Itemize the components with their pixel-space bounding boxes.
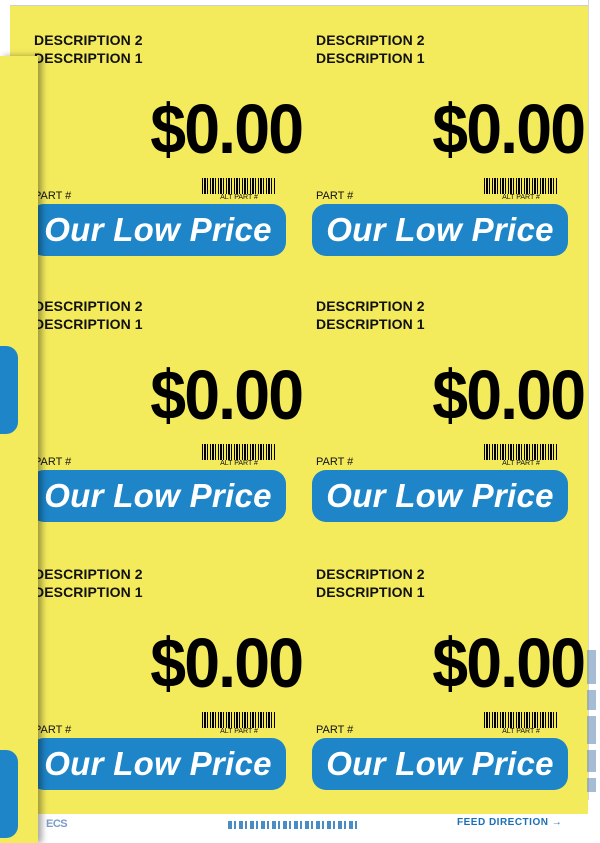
part-number: PART #	[34, 724, 72, 736]
tagline-banner: Our Low Price	[312, 204, 568, 256]
description-2: DESCRIPTION 2	[316, 32, 425, 48]
footer-fine-print	[228, 821, 360, 829]
price: $0.00	[432, 356, 586, 434]
tagline: Our Low Price	[44, 477, 272, 514]
description-2: DESCRIPTION 2	[316, 566, 425, 582]
part-number: PART #	[34, 456, 72, 468]
part-number: PART #	[34, 190, 72, 202]
price: $0.00	[150, 90, 304, 168]
description-2: DESCRIPTION 2	[34, 298, 143, 314]
description-1: DESCRIPTION 1	[316, 316, 425, 332]
barcode-icon	[202, 712, 276, 728]
barcode-icon	[202, 444, 276, 460]
price-label: DESCRIPTION 2 DESCRIPTION 1 $0.00 PART #…	[312, 298, 586, 560]
alt-part-number: ALT PART #	[220, 728, 258, 735]
description-2: DESCRIPTION 2	[34, 566, 143, 582]
barcode-icon	[484, 444, 558, 460]
price-label: DESCRIPTION 2 DESCRIPTION 1 $0.00 PART #…	[30, 32, 304, 294]
tagline-banner-partial	[0, 346, 18, 434]
description-1: DESCRIPTION 1	[34, 50, 143, 66]
part-number: PART #	[316, 724, 354, 736]
part-number: PART #	[316, 456, 354, 468]
description-1: DESCRIPTION 1	[34, 584, 143, 600]
alt-part-number: ALT PART #	[220, 460, 258, 467]
tagline-banner-partial	[0, 750, 18, 838]
side-edge-print	[584, 640, 598, 800]
tagline-banner: Our Low Price	[30, 738, 286, 790]
description-2: DESCRIPTION 2	[34, 32, 143, 48]
price: $0.00	[150, 624, 304, 702]
alt-part-number: ALT PART #	[502, 194, 540, 201]
tagline: Our Low Price	[326, 745, 554, 782]
alt-part-number: ALT PART #	[502, 728, 540, 735]
barcode-icon	[484, 712, 558, 728]
tagline: Our Low Price	[326, 211, 554, 248]
tagline-banner: Our Low Price	[312, 738, 568, 790]
overlapping-sheet	[0, 56, 38, 843]
price-label: DESCRIPTION 2 DESCRIPTION 1 $0.00 PART #…	[312, 566, 586, 828]
tagline-banner: Our Low Price	[30, 204, 286, 256]
price: $0.00	[432, 90, 586, 168]
feed-direction-label: FEED DIRECTION →	[457, 817, 563, 828]
description-2: DESCRIPTION 2	[316, 298, 425, 314]
alt-part-number: ALT PART #	[220, 194, 258, 201]
tagline: Our Low Price	[326, 477, 554, 514]
tagline: Our Low Price	[44, 211, 272, 248]
price: $0.00	[150, 356, 304, 434]
price-label: DESCRIPTION 2 DESCRIPTION 1 $0.00 PART #…	[30, 298, 304, 560]
description-1: DESCRIPTION 1	[316, 50, 425, 66]
price: $0.00	[432, 624, 586, 702]
part-number: PART #	[316, 190, 354, 202]
brand-logo: ECS	[46, 818, 68, 830]
description-1: DESCRIPTION 1	[316, 584, 425, 600]
barcode-icon	[484, 178, 558, 194]
barcode-icon	[202, 178, 276, 194]
tagline: Our Low Price	[44, 745, 272, 782]
price-label: DESCRIPTION 2 DESCRIPTION 1 $0.00 PART #…	[312, 32, 586, 294]
alt-part-number: ALT PART #	[502, 460, 540, 467]
price-label: DESCRIPTION 2 DESCRIPTION 1 $0.00 PART #…	[30, 566, 304, 828]
description-1: DESCRIPTION 1	[34, 316, 143, 332]
tagline-banner: Our Low Price	[312, 470, 568, 522]
tagline-banner: Our Low Price	[30, 470, 286, 522]
